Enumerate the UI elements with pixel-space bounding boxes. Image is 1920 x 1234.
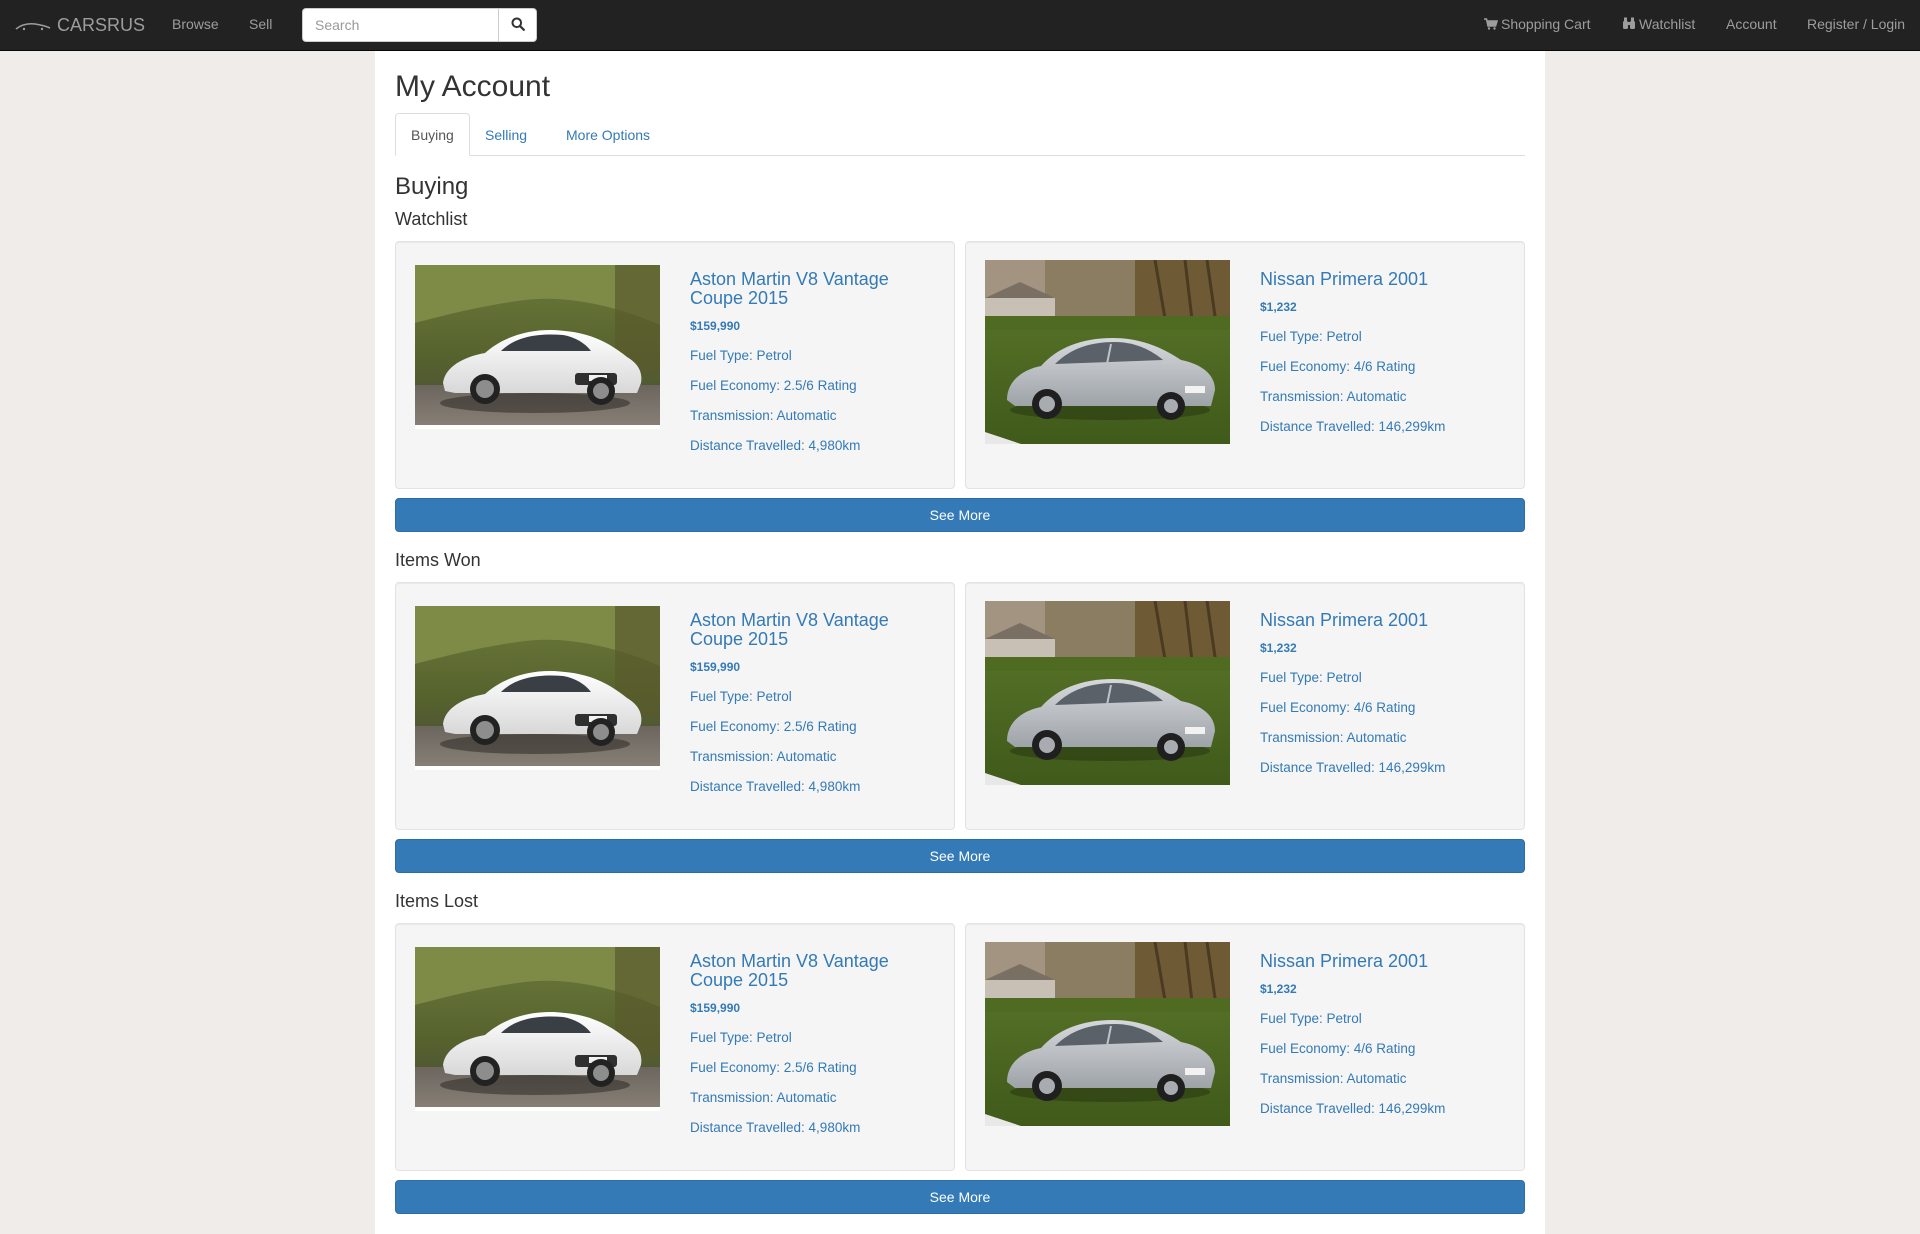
nav-shopping-cart[interactable]: Shopping Cart (1484, 0, 1591, 51)
subheading-items-lost: Items Lost (395, 891, 479, 911)
binoculars-icon (1622, 1, 1636, 50)
listing-title-link[interactable]: Aston Martin V8 Vantage Coupe 2015 (690, 952, 930, 990)
search-button[interactable] (498, 8, 537, 42)
listing-card: Aston Martin V8 Vantage Coupe 2015 $159,… (395, 241, 955, 489)
listing-title-link[interactable]: Aston Martin V8 Vantage Coupe 2015 (690, 270, 930, 308)
account-tabs: Buying Selling More Options (395, 113, 1525, 156)
shopping-cart-label: Shopping Cart (1501, 16, 1591, 32)
listing-price: $159,990 (690, 660, 741, 674)
listing-card: Nissan Primera 2001 $1,232 Fuel Type: Pe… (965, 582, 1525, 830)
listing-fuel-economy: Fuel Economy: 4/6 Rating (1260, 1041, 1416, 1056)
listing-fuel-economy: Fuel Economy: 2.5/6 Rating (690, 719, 857, 734)
search-group (302, 8, 537, 42)
listing-price: $1,232 (1260, 641, 1297, 655)
listing-card: Nissan Primera 2001 $1,232 Fuel Type: Pe… (965, 923, 1525, 1171)
listing-transmission: Transmission: Automatic (690, 1090, 837, 1105)
search-input[interactable] (302, 8, 498, 42)
listing-transmission: Transmission: Automatic (1260, 389, 1407, 404)
listing-transmission: Transmission: Automatic (1260, 730, 1407, 745)
listing-transmission: Transmission: Automatic (1260, 1071, 1407, 1086)
listing-image[interactable] (415, 606, 660, 770)
listing-image[interactable] (985, 601, 1230, 785)
listing-title-link[interactable]: Nissan Primera 2001 (1260, 952, 1500, 971)
nav-account[interactable]: Account (1726, 0, 1777, 51)
listing-fuel-economy: Fuel Economy: 2.5/6 Rating (690, 1060, 857, 1075)
brand-name: CARSRUS (57, 15, 146, 35)
listing-fuel-type: Fuel Type: Petrol (1260, 329, 1362, 344)
listing-transmission: Transmission: Automatic (690, 408, 837, 423)
shopping-cart-icon (1484, 1, 1499, 50)
listing-distance: Distance Travelled: 4,980km (690, 438, 861, 453)
section-heading-buying: Buying (395, 173, 469, 200)
listing-distance: Distance Travelled: 4,980km (690, 1120, 861, 1135)
nav-browse[interactable]: Browse (172, 0, 219, 51)
search-icon (511, 17, 525, 34)
tab-selling[interactable]: Selling (469, 113, 543, 155)
see-more-items-lost-button[interactable]: See More (395, 1180, 1525, 1214)
listing-fuel-economy: Fuel Economy: 2.5/6 Rating (690, 378, 857, 393)
listing-fuel-type: Fuel Type: Petrol (690, 348, 792, 363)
brand-link[interactable]: CARSRUS (15, 0, 145, 51)
listing-image[interactable] (985, 260, 1230, 444)
listing-distance: Distance Travelled: 146,299km (1260, 760, 1446, 775)
nav-register-login[interactable]: Register / Login (1807, 0, 1905, 51)
listing-distance: Distance Travelled: 146,299km (1260, 419, 1446, 434)
subheading-items-won: Items Won (395, 550, 481, 570)
listing-title-link[interactable]: Aston Martin V8 Vantage Coupe 2015 (690, 611, 930, 649)
listing-card: Aston Martin V8 Vantage Coupe 2015 $159,… (395, 582, 955, 830)
listing-price: $159,990 (690, 1001, 741, 1015)
nav-watchlist[interactable]: Watchlist (1622, 0, 1695, 51)
listing-fuel-type: Fuel Type: Petrol (1260, 670, 1362, 685)
watchlist-label: Watchlist (1639, 16, 1696, 32)
listing-fuel-economy: Fuel Economy: 4/6 Rating (1260, 359, 1416, 374)
listing-card: Aston Martin V8 Vantage Coupe 2015 $159,… (395, 923, 955, 1171)
car-logo-icon (15, 21, 51, 31)
listing-image[interactable] (985, 942, 1230, 1126)
listing-fuel-type: Fuel Type: Petrol (690, 689, 792, 704)
listing-distance: Distance Travelled: 146,299km (1260, 1101, 1446, 1116)
listing-price: $159,990 (690, 319, 741, 333)
listing-fuel-economy: Fuel Economy: 4/6 Rating (1260, 700, 1416, 715)
tab-buying[interactable]: Buying (395, 113, 470, 156)
nav-sell[interactable]: Sell (249, 0, 272, 51)
see-more-watchlist-button[interactable]: See More (395, 498, 1525, 532)
listing-fuel-type: Fuel Type: Petrol (1260, 1011, 1362, 1026)
tab-more-options[interactable]: More Options (550, 113, 666, 155)
subheading-watchlist: Watchlist (395, 209, 468, 229)
navbar: CARSRUS Browse Sell Shopping Cart Watchl… (0, 0, 1920, 51)
listing-title-link[interactable]: Nissan Primera 2001 (1260, 270, 1500, 289)
listing-title-link[interactable]: Nissan Primera 2001 (1260, 611, 1500, 630)
listing-price: $1,232 (1260, 982, 1297, 996)
listing-fuel-type: Fuel Type: Petrol (690, 1030, 792, 1045)
see-more-items-won-button[interactable]: See More (395, 839, 1525, 873)
listing-card: Nissan Primera 2001 $1,232 Fuel Type: Pe… (965, 241, 1525, 489)
listing-price: $1,232 (1260, 300, 1297, 314)
listing-image[interactable] (415, 265, 660, 429)
listing-image[interactable] (415, 947, 660, 1111)
main-container: My Account Buying Selling More Options B… (375, 51, 1545, 1234)
listing-transmission: Transmission: Automatic (690, 749, 837, 764)
page-title: My Account (395, 70, 551, 103)
listing-distance: Distance Travelled: 4,980km (690, 779, 861, 794)
